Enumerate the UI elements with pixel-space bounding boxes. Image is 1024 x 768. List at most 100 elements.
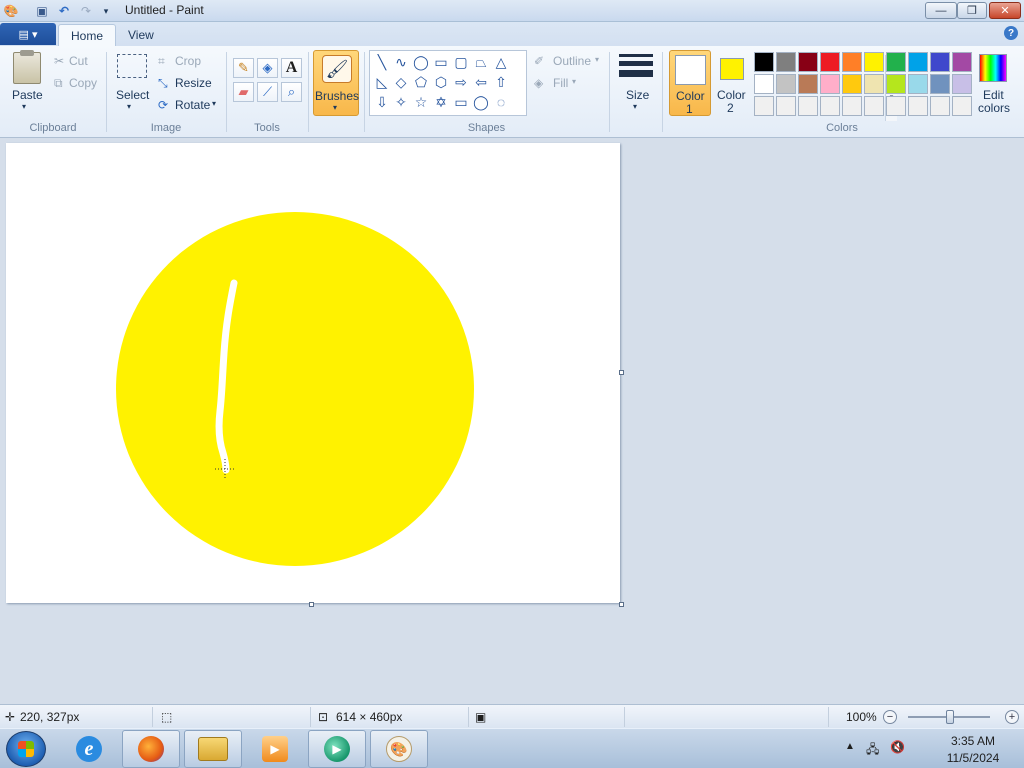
taskbar-paint[interactable]: 🎨 xyxy=(370,730,428,768)
zoom-in-button[interactable]: + xyxy=(1005,710,1019,724)
right-triangle-shape-icon[interactable]: ◺ xyxy=(373,73,391,91)
custom-color-slot[interactable] xyxy=(886,96,906,116)
zoom-slider-thumb[interactable] xyxy=(946,710,954,724)
taskbar-media-center[interactable]: ▶ xyxy=(308,730,366,768)
copy-button[interactable]: Copy xyxy=(69,76,97,90)
polygon-shape-icon[interactable]: ⏢ xyxy=(472,53,490,71)
pencil-icon[interactable]: ✎ xyxy=(233,58,254,78)
rounded-callout-shape-icon[interactable]: ▭ xyxy=(452,93,470,111)
custom-color-slot[interactable] xyxy=(864,96,884,116)
resize-handle-bottom[interactable] xyxy=(309,602,314,607)
volume-muted-icon[interactable]: 🔇 xyxy=(890,740,905,754)
tab-view[interactable]: View xyxy=(116,24,166,46)
rectangle-shape-icon[interactable]: ▭ xyxy=(432,53,450,71)
custom-color-slot[interactable] xyxy=(842,96,862,116)
color2-number[interactable]: 2 xyxy=(727,101,734,115)
diamond-shape-icon[interactable]: ◇ xyxy=(392,73,410,91)
custom-color-slot[interactable] xyxy=(952,96,972,116)
edit-colors-label[interactable]: colors xyxy=(978,101,1010,115)
close-button[interactable]: ✕ xyxy=(989,2,1021,19)
taskbar-media-player[interactable]: ▶ xyxy=(246,730,304,768)
palette-color-swatch[interactable] xyxy=(930,74,950,94)
color-picker-icon[interactable]: ⟋ xyxy=(257,82,278,102)
resize-handle-right[interactable] xyxy=(619,370,624,375)
size-icon[interactable] xyxy=(619,54,653,82)
hexagon-shape-icon[interactable]: ⬡ xyxy=(432,73,450,91)
palette-color-swatch[interactable] xyxy=(798,74,818,94)
palette-color-swatch[interactable] xyxy=(886,74,906,94)
rounded-rectangle-shape-icon[interactable]: ▢ xyxy=(452,53,470,71)
palette-color-swatch[interactable] xyxy=(820,52,840,72)
custom-color-slot[interactable] xyxy=(820,96,840,116)
brushes-button[interactable]: 🖌 Brushes ▾ xyxy=(313,50,359,116)
select-icon[interactable] xyxy=(117,54,147,78)
palette-color-swatch[interactable] xyxy=(776,52,796,72)
rotate-dropdown-icon[interactable]: ▾ xyxy=(212,99,216,108)
palette-color-swatch[interactable] xyxy=(864,74,884,94)
show-hidden-icons-icon[interactable]: ▲ xyxy=(845,741,855,752)
palette-color-swatch[interactable] xyxy=(886,52,906,72)
magnifier-icon[interactable]: ⌕ xyxy=(281,82,302,102)
left-arrow-shape-icon[interactable]: ⇦ xyxy=(472,73,490,91)
resize-handle-corner[interactable] xyxy=(619,602,624,607)
size-dropdown-icon[interactable]: ▾ xyxy=(633,102,637,111)
taskbar-file-explorer[interactable] xyxy=(184,730,242,768)
clock-date[interactable]: 11/5/2024 xyxy=(938,751,1008,765)
five-point-star-shape-icon[interactable]: ☆ xyxy=(412,93,430,111)
save-icon[interactable]: ▣ xyxy=(34,3,50,19)
palette-color-swatch[interactable] xyxy=(908,52,928,72)
custom-color-slot[interactable] xyxy=(798,96,818,116)
cut-button[interactable]: Cut xyxy=(69,54,88,68)
size-button[interactable]: Size xyxy=(626,88,649,102)
oval-callout-shape-icon[interactable]: ◯ xyxy=(472,93,490,111)
edit-colors-button[interactable]: Edit xyxy=(983,88,1004,102)
palette-color-swatch[interactable] xyxy=(842,74,862,94)
pentagon-shape-icon[interactable]: ⬠ xyxy=(412,73,430,91)
custom-color-slot[interactable] xyxy=(930,96,950,116)
curve-shape-icon[interactable]: ∿ xyxy=(392,53,410,71)
down-arrow-shape-icon[interactable]: ⇩ xyxy=(373,93,391,111)
eraser-icon[interactable]: ▰ xyxy=(233,82,254,102)
six-point-star-shape-icon[interactable]: ✡ xyxy=(432,93,450,111)
taskbar-firefox[interactable] xyxy=(122,730,180,768)
select-dropdown-icon[interactable]: ▾ xyxy=(127,102,131,111)
color2-swatch[interactable] xyxy=(720,58,744,80)
palette-color-swatch[interactable] xyxy=(930,52,950,72)
palette-color-swatch[interactable] xyxy=(952,52,972,72)
palette-color-swatch[interactable] xyxy=(798,52,818,72)
palette-color-swatch[interactable] xyxy=(842,52,862,72)
palette-color-swatch[interactable] xyxy=(864,52,884,72)
palette-color-swatch[interactable] xyxy=(820,74,840,94)
paint-app-icon[interactable]: 🎨 xyxy=(3,3,19,19)
network-icon[interactable]: 🖧 xyxy=(866,740,879,761)
cloud-callout-shape-icon[interactable]: ◌ xyxy=(492,93,510,111)
resize-button[interactable]: Resize xyxy=(175,76,212,90)
taskbar-internet-explorer[interactable]: e xyxy=(60,730,118,768)
line-shape-icon[interactable]: ╲ xyxy=(373,53,391,71)
triangle-shape-icon[interactable]: △ xyxy=(492,53,510,71)
paint-menu-button[interactable]: ▤ ▾ xyxy=(0,23,56,45)
color1-button[interactable]: Color 1 xyxy=(669,50,711,116)
up-arrow-shape-icon[interactable]: ⇧ xyxy=(492,73,510,91)
edit-colors-icon[interactable] xyxy=(979,54,1007,82)
outline-dropdown-icon[interactable]: ▾ xyxy=(595,55,599,64)
custom-color-slot[interactable] xyxy=(776,96,796,116)
rotate-button[interactable]: Rotate xyxy=(175,98,210,112)
crop-button[interactable]: Crop xyxy=(175,54,201,68)
right-arrow-shape-icon[interactable]: ⇨ xyxy=(452,73,470,91)
color2-label[interactable]: Color xyxy=(717,88,746,102)
custom-color-slot[interactable] xyxy=(754,96,774,116)
help-icon[interactable]: ? xyxy=(1004,26,1018,40)
text-tool-icon[interactable]: A xyxy=(281,58,302,78)
maximize-button[interactable]: ❐ xyxy=(957,2,987,19)
palette-color-swatch[interactable] xyxy=(754,74,774,94)
four-point-star-shape-icon[interactable]: ✧ xyxy=(392,93,410,111)
fill-bucket-icon[interactable]: ◈ xyxy=(257,58,278,78)
palette-color-swatch[interactable] xyxy=(754,52,774,72)
palette-color-swatch[interactable] xyxy=(776,74,796,94)
tab-home[interactable]: Home xyxy=(58,24,117,46)
minimize-button[interactable]: — xyxy=(925,2,957,19)
undo-icon[interactable]: ↶ xyxy=(56,3,72,19)
outline-button[interactable]: Outline xyxy=(553,54,591,68)
zoom-out-button[interactable]: − xyxy=(883,710,897,724)
